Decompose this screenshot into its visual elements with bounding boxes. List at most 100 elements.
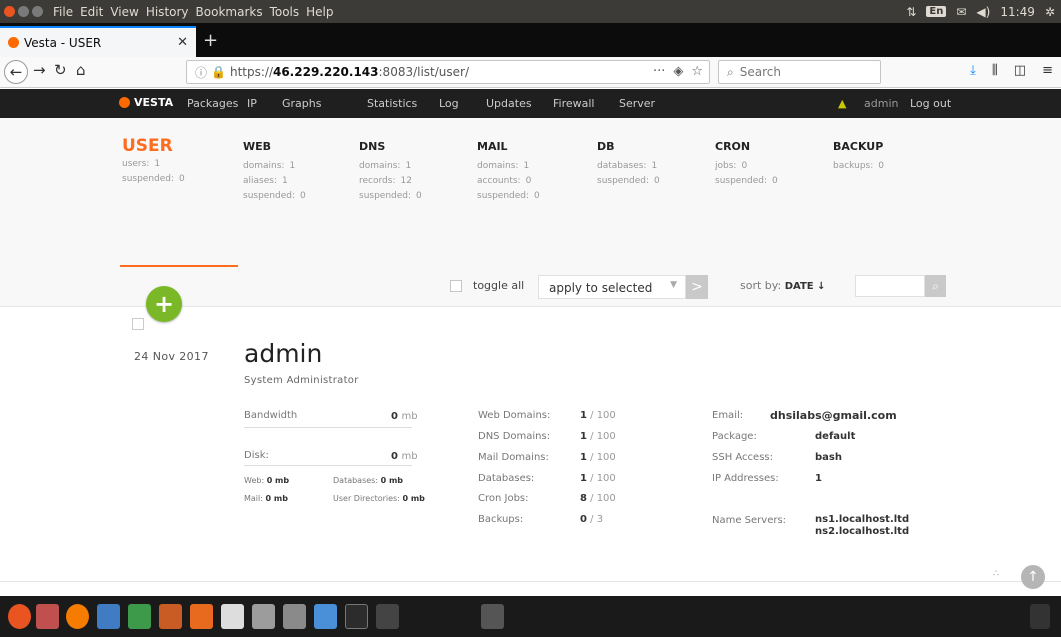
stat-db[interactable]: DB databases: 1 suspended: 0 [597, 140, 660, 189]
plus-icon: + [153, 290, 175, 318]
volume-icon[interactable]: ◀) [976, 5, 990, 19]
stat-web[interactable]: WEB domains: 1 aliases: 1 suspended: 0 [243, 140, 306, 204]
nav-item-server[interactable]: Server [619, 97, 655, 110]
row-username[interactable]: admin [244, 339, 322, 368]
menu-tools[interactable]: Tools [270, 5, 300, 19]
device-app-icon[interactable] [481, 604, 504, 629]
nav-item-graphs[interactable]: Graphs [282, 97, 321, 110]
stat-value: 0 [878, 161, 884, 171]
new-tab-plus-icon[interactable]: + [203, 30, 218, 51]
stat-dns[interactable]: DNS domains: 1 records: 12 suspended: 0 [359, 140, 422, 204]
vesta-logo[interactable]: VESTA [119, 96, 173, 109]
nav-item-updates[interactable]: Updates [486, 97, 532, 110]
download-icon[interactable]: ⤓ [970, 63, 976, 78]
stat-value: 1 [281, 176, 288, 186]
detail-label: IP Addresses: [712, 473, 779, 484]
reload-icon[interactable]: ↻ [54, 61, 67, 79]
nav-item-log[interactable]: Log [439, 97, 459, 110]
keyboard-layout[interactable]: En [926, 6, 947, 17]
terminal-app-icon[interactable] [345, 604, 368, 629]
tab-close-icon[interactable]: ✕ [177, 35, 188, 50]
browser-nav-bar: ← → ↻ ⌂ ⓘ 🔒 https://46.229.220.143:8083/… [0, 57, 1061, 88]
minimize-window-icon[interactable] [18, 6, 29, 17]
settings-gear-icon[interactable]: ✲ [1045, 5, 1055, 19]
menu-edit[interactable]: Edit [80, 5, 103, 19]
logout-link[interactable]: Log out [910, 97, 951, 110]
clock[interactable]: 11:49 [1000, 5, 1035, 19]
toggle-all-label[interactable]: toggle all [473, 279, 524, 292]
chat-app-icon[interactable] [314, 604, 337, 629]
stat-label: users: [122, 159, 150, 169]
stat-cron[interactable]: CRON jobs: 0 suspended: 0 [715, 140, 778, 189]
network-updown-icon[interactable]: ⇅ [906, 5, 916, 19]
nav-item-statistics[interactable]: Statistics [367, 97, 417, 110]
add-user-button[interactable]: + [146, 286, 182, 322]
firefox-app-icon[interactable] [66, 604, 89, 629]
info-icon[interactable]: ⓘ [195, 64, 207, 81]
bandwidth-value: 0 mb [391, 411, 418, 422]
list-bottom-divider [0, 581, 1061, 582]
shortcuts-dots-icon[interactable]: ∴ [993, 569, 999, 579]
maximize-window-icon[interactable] [32, 6, 43, 17]
calc-app-icon[interactable] [128, 604, 151, 629]
menu-history[interactable]: History [146, 5, 189, 19]
unknown-app-icon[interactable] [283, 604, 306, 629]
package-value: default [815, 431, 856, 442]
sort-by[interactable]: sort by: DATE ↓ [740, 279, 825, 292]
system-settings-icon[interactable] [252, 604, 275, 629]
forward-arrow-icon[interactable]: → [33, 61, 46, 79]
mail-icon[interactable]: ✉ [956, 5, 966, 19]
menu-help[interactable]: Help [306, 5, 333, 19]
sidebar-icon[interactable]: ◫ [1014, 63, 1026, 78]
notification-bell-icon[interactable]: ▲ [838, 97, 846, 110]
home-icon[interactable]: ⌂ [76, 61, 86, 79]
detail-label: Package: [712, 431, 757, 442]
impress-app-icon[interactable] [159, 604, 182, 629]
limit-value: 1 / 100 [580, 410, 616, 421]
apply-go-button[interactable]: > [686, 275, 708, 299]
workspace-switcher-icon[interactable] [376, 604, 399, 629]
menu-view[interactable]: View [110, 5, 138, 19]
search-input[interactable]: ⌕ Search [718, 60, 881, 84]
menu-bookmarks[interactable]: Bookmarks [196, 5, 263, 19]
trash-icon[interactable] [1030, 604, 1050, 629]
back-arrow-icon[interactable]: ← [4, 60, 28, 84]
hamburger-menu-icon[interactable]: ≡ [1042, 63, 1053, 78]
menu-file[interactable]: File [53, 5, 73, 19]
software-center-icon[interactable] [190, 604, 213, 629]
writer-app-icon[interactable] [97, 604, 120, 629]
stat-value: 0 [525, 176, 532, 186]
nav-user-admin[interactable]: admin [864, 97, 898, 110]
row-checkbox[interactable] [132, 318, 144, 330]
library-icon[interactable]: ⫼ [992, 63, 998, 78]
stat-dns-title: DNS [359, 140, 386, 153]
nav-item-ip[interactable]: IP [247, 97, 257, 110]
close-window-icon[interactable] [4, 6, 15, 17]
stat-value: 1 [405, 161, 412, 171]
stat-value: 0 [534, 191, 540, 201]
stat-value: 0 [300, 191, 306, 201]
disk-unit: mb [401, 451, 418, 462]
stat-mail[interactable]: MAIL domains: 1 accounts: 0 suspended: 0 [477, 140, 540, 204]
pocket-icon[interactable]: ◈ [673, 64, 683, 79]
filter-search-button[interactable]: ⌕ [925, 275, 946, 297]
nav-item-firewall[interactable]: Firewall [553, 97, 594, 110]
stat-user[interactable]: USER users: 1 suspended: 0 [122, 138, 185, 187]
url-bar[interactable]: ⓘ 🔒 https://46.229.220.143:8083/list/use… [186, 60, 710, 84]
limit-label: Web Domains: [478, 410, 551, 421]
page-actions-ellipsis-icon[interactable]: ··· [653, 64, 665, 79]
toggle-all-checkbox[interactable] [450, 280, 462, 292]
scroll-to-top-button[interactable]: ↑ [1021, 565, 1045, 589]
filter-input[interactable] [855, 275, 925, 297]
nav-item-packages[interactable]: Packages [187, 97, 238, 110]
bandwidth-bar [244, 427, 412, 428]
files-app-icon[interactable] [36, 604, 59, 629]
lock-warning-icon[interactable]: 🔒 [211, 65, 226, 79]
tab-vesta-user[interactable]: Vesta - USER ✕ [0, 26, 196, 57]
stat-backup[interactable]: BACKUP backups: 0 [833, 140, 884, 174]
amazon-app-icon[interactable] [221, 604, 244, 629]
bookmark-star-icon[interactable]: ☆ [691, 64, 703, 79]
bulk-action-select[interactable]: apply to selected ▼ [538, 275, 686, 299]
limit-used: 0 [580, 514, 587, 525]
ubuntu-launcher-icon[interactable] [8, 604, 31, 629]
